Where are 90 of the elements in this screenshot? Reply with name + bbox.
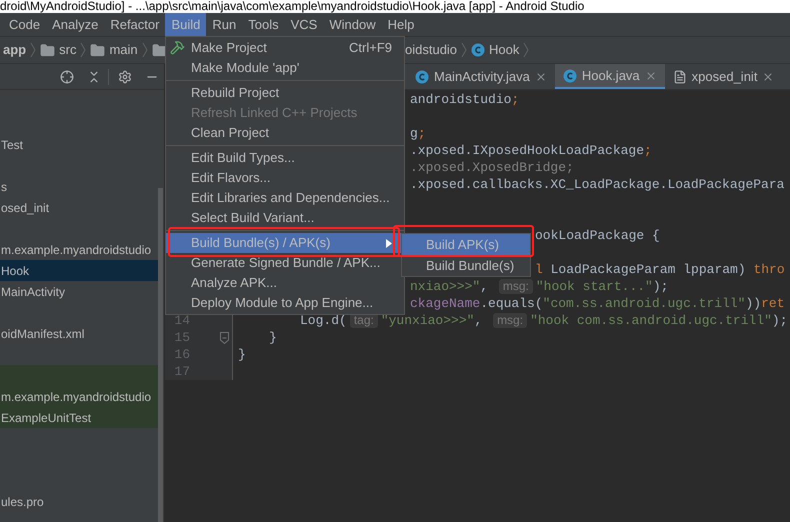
- editor-tab[interactable]: xposed_init: [664, 64, 782, 89]
- menu-item[interactable]: Make Project Ctrl+F9: [166, 38, 404, 58]
- breadcrumb-item[interactable]: app: [3, 40, 26, 60]
- close-icon[interactable]: [534, 70, 547, 82]
- menu-item[interactable]: Clean Project: [166, 123, 404, 143]
- close-icon[interactable]: [644, 70, 657, 82]
- menu-item[interactable]: Build Bundle(s): [402, 255, 530, 276]
- parameter-hint: msg:: [498, 279, 533, 294]
- menu-item[interactable]: Rebuild Project: [166, 83, 404, 103]
- tree-item[interactable]: m.example.myandroidstudio: [0, 386, 158, 407]
- tree-item[interactable]: MainActivity: [0, 281, 158, 302]
- code-token: ;: [511, 90, 520, 109]
- class-icon: [415, 70, 429, 84]
- menu-bar-item[interactable]: VCS: [284, 13, 324, 36]
- code-token: l: [535, 260, 543, 279]
- chevron-icon: [523, 42, 530, 58]
- code-token: "hook start...": [536, 278, 653, 296]
- code-token: "hook com.ss.android.ugc.trill": [530, 312, 772, 330]
- code-token: Log.d(: [300, 312, 347, 330]
- menu-bar-item[interactable]: Tools: [242, 13, 285, 36]
- code-token: ;: [418, 124, 426, 143]
- tree-item[interactable]: Test: [0, 134, 158, 155]
- code-token: .xposed.IXposedHookLoadPackage: [410, 142, 644, 160]
- scrollbar-thumb[interactable]: [158, 188, 163, 522]
- tree-item[interactable]: Hook: [0, 260, 158, 281]
- code-token: }: [269, 328, 277, 347]
- code-token: ookLoadPackage {: [535, 226, 660, 245]
- breadcrumb-item[interactable]: Hook: [489, 40, 520, 60]
- folder-icon: [90, 42, 106, 58]
- window-title: droid\MyAndroidStudio] - ...\app\src\main\java\com\example\myandroidstudio\Hook.java [app] - Android Studio: [0, 0, 584, 13]
- menu-bar-item[interactable]: Help: [382, 13, 420, 36]
- menu-item[interactable]: Analyze APK...: [166, 273, 404, 293]
- chevron-icon: [461, 42, 468, 58]
- code-token: androidstudio: [410, 90, 512, 109]
- code-token: ret: [761, 294, 784, 313]
- tree-item[interactable]: m.example.myandroidstudio: [0, 239, 158, 260]
- locate-icon[interactable]: [60, 70, 74, 84]
- settings-icon[interactable]: [118, 70, 132, 84]
- chevron-icon: [80, 42, 86, 58]
- menu-bar-item[interactable]: Code: [3, 13, 46, 36]
- class-icon: [471, 43, 486, 57]
- code-token: ;: [644, 142, 652, 160]
- fold-marker-icon[interactable]: [220, 332, 229, 344]
- hammer-icon: [170, 40, 185, 55]
- code-token: nxiao>>>": [410, 278, 480, 296]
- menu-item[interactable]: Edit Build Types...: [166, 148, 404, 168]
- menu-bar-item[interactable]: Analyze: [46, 13, 104, 36]
- submenu-arrow-icon: [386, 238, 392, 248]
- menu-bar-item[interactable]: Refactor: [104, 13, 166, 36]
- code-token: ,: [480, 278, 490, 296]
- code-token: )): [745, 294, 762, 313]
- class-icon: [562, 68, 577, 82]
- code-token: ckageName: [410, 294, 480, 313]
- breadcrumb-item[interactable]: oidstudio: [405, 40, 458, 60]
- chevron-icon: [30, 42, 36, 58]
- code-token: .equals(: [480, 294, 543, 313]
- code-token: ,: [474, 312, 484, 330]
- menu-bar-item[interactable]: Window: [323, 13, 382, 36]
- code-token: .xposed.callbacks.XC_LoadPackage.LoadPackagePara: [410, 176, 784, 194]
- parameter-hint: msg:: [493, 313, 528, 328]
- tree-item[interactable]: s: [0, 176, 158, 197]
- file-icon: [672, 70, 687, 84]
- code-token: LoadPackageParam lpparam): [550, 260, 747, 279]
- editor-tab[interactable]: Hook.java: [554, 64, 665, 89]
- menu-item[interactable]: Generate Signed Bundle / APK...: [166, 253, 404, 273]
- code-token: }: [238, 346, 246, 364]
- folder-icon: [40, 42, 56, 58]
- code-token: g: [410, 124, 418, 143]
- close-icon[interactable]: [762, 70, 774, 82]
- code-token: "com.ss.android.ugc.trill": [542, 294, 746, 313]
- breadcrumb-item[interactable]: src: [59, 40, 76, 60]
- code-token: );: [652, 278, 668, 296]
- menu-item[interactable]: Select Build Variant...: [166, 208, 404, 228]
- chevron-icon: [142, 42, 148, 58]
- menu-item[interactable]: Make Module 'app': [166, 58, 404, 78]
- code-token: thro: [753, 260, 785, 279]
- tree-item[interactable]: ules.pro: [0, 491, 158, 512]
- code-token: "yunxiao>>>": [380, 312, 474, 330]
- tree-item[interactable]: ExampleUnitTest: [0, 407, 158, 428]
- breadcrumb-item[interactable]: main: [109, 40, 138, 60]
- editor-tab[interactable]: MainActivity.java: [407, 64, 555, 89]
- folder-icon: [152, 42, 167, 58]
- menu-item[interactable]: Edit Libraries and Dependencies...: [166, 188, 404, 208]
- menu-bar-item[interactable]: Run: [206, 13, 242, 36]
- menu-item[interactable]: Deploy Module to App Engine...: [166, 293, 404, 313]
- code-token: .xposed.XposedBridge;: [410, 158, 574, 177]
- code-token: );: [772, 312, 788, 330]
- tree-item[interactable]: osed_init: [0, 197, 158, 218]
- tree-item[interactable]: oidManifest.xml: [0, 323, 158, 344]
- menu-item[interactable]: Edit Flavors...: [166, 168, 404, 188]
